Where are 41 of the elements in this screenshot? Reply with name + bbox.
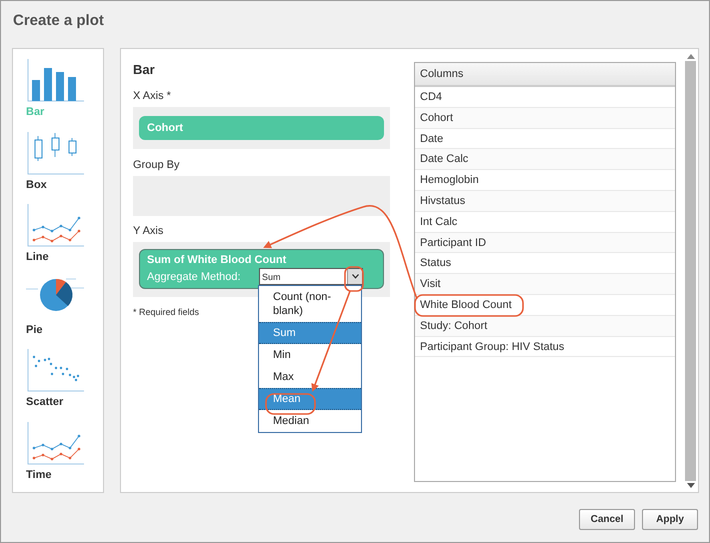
time-chart-icon [26, 420, 86, 466]
scroll-up-icon [686, 54, 694, 59]
column-item[interactable]: Hivstatus [415, 190, 675, 212]
column-header: Columns [415, 63, 675, 87]
window-title: Create a plot [12, 11, 105, 31]
scroll-down-icon [686, 483, 694, 488]
line-chart-icon [26, 202, 86, 248]
dialog-button[interactable]: Apply [642, 509, 698, 530]
dropdown-button[interactable] [347, 269, 362, 284]
chart-type-label[interactable]: Scatter [26, 396, 103, 408]
required-note: * Required fields [133, 307, 200, 317]
measure-title: Sum of White Blood Count [147, 254, 288, 266]
measure-pill[interactable]: Sum of White Blood Count Aggregate Method: Sum [139, 249, 384, 289]
chart-type-label[interactable]: Pie [26, 324, 103, 336]
aggregate-select[interactable]: Sum [259, 268, 363, 285]
chart-type-label[interactable]: Time [26, 468, 103, 480]
highlight-ring [344, 266, 364, 292]
scrollbar[interactable] [684, 54, 697, 488]
bar-chart-icon [26, 57, 86, 103]
scatter-chart-icon [26, 347, 86, 393]
plot-heading: Bar [133, 62, 156, 79]
column-item[interactable]: Participant Group: HIV Status [415, 336, 675, 358]
dropdown-option[interactable]: Sum [259, 322, 361, 344]
field-label: Group By [133, 159, 180, 171]
chart-type-label[interactable]: Line [26, 251, 103, 263]
highlight-ring [265, 393, 316, 415]
chevron-icon [352, 274, 358, 279]
box-plot-icon [26, 130, 86, 176]
column-item[interactable]: Date Calc [415, 149, 675, 170]
dialog-button[interactable]: Cancel [579, 509, 635, 530]
column-item[interactable]: Visit [415, 274, 675, 295]
column-item[interactable]: Participant ID [415, 232, 675, 254]
column-item[interactable]: Study: Cohort [415, 316, 675, 337]
field-label: Y Axis [133, 225, 164, 237]
aggregate-label: Aggregate Method: [147, 270, 242, 282]
field-label: X Axis * [133, 90, 172, 102]
column-item[interactable]: Cohort [415, 108, 675, 129]
select-value: Sum [262, 272, 281, 282]
dropdown-option[interactable]: Mean [259, 388, 361, 410]
chart-type-label[interactable]: Box [26, 178, 103, 190]
column-item[interactable]: Date [415, 128, 675, 150]
